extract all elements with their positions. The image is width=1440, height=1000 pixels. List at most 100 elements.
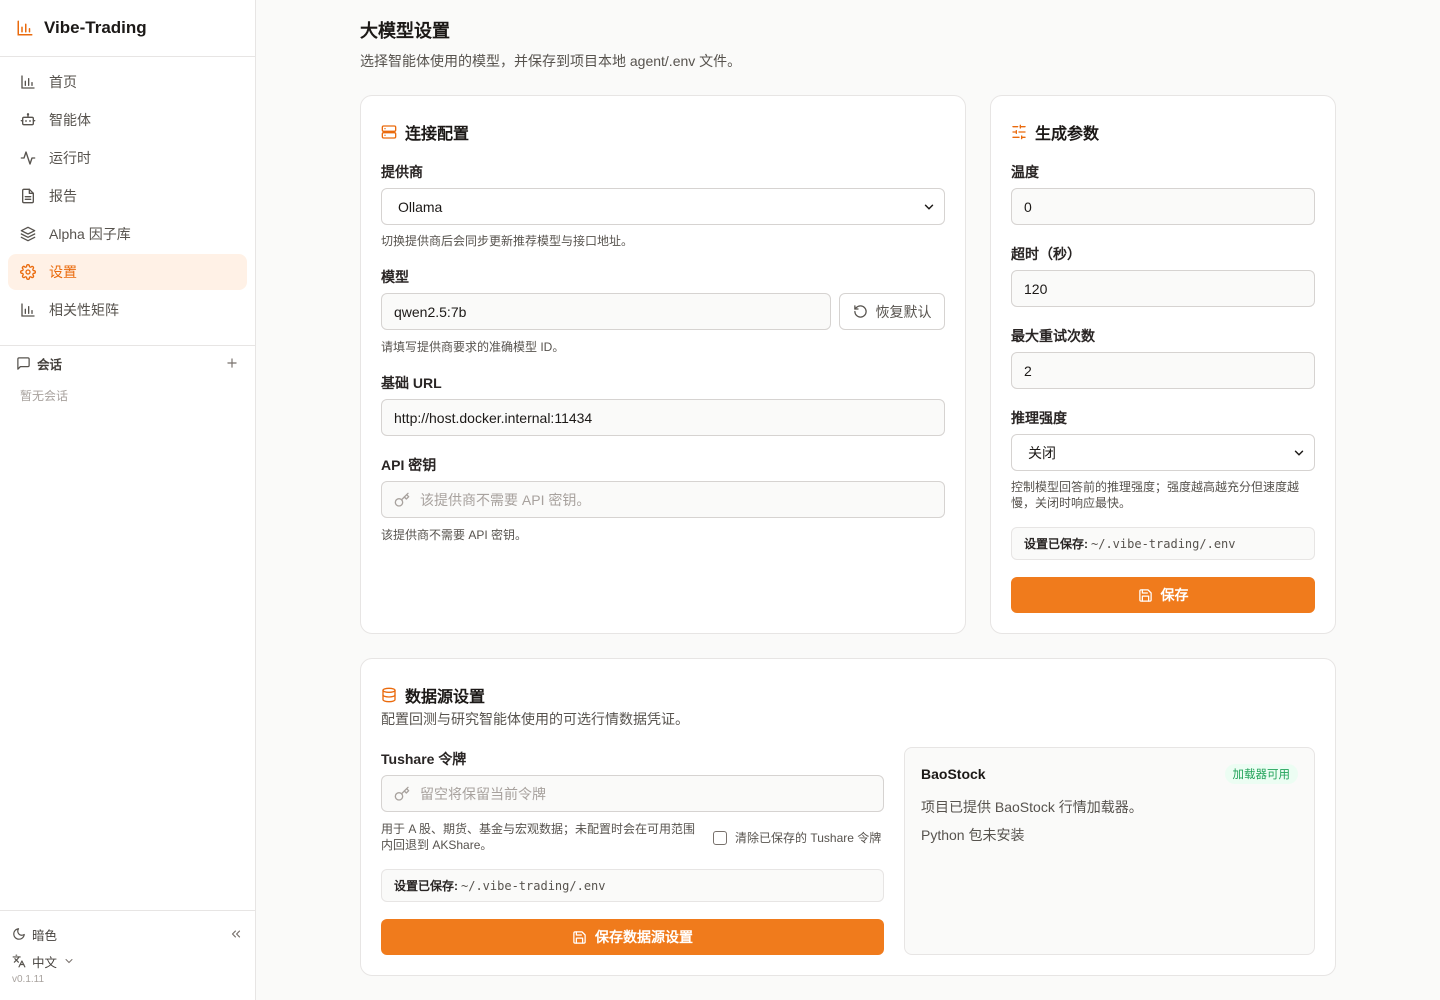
nav-item-settings[interactable]: 设置	[8, 254, 247, 290]
activity-icon	[20, 150, 36, 166]
api-key-input[interactable]: 该提供商不需要 API 密钥。	[381, 481, 945, 518]
file-text-icon	[20, 188, 36, 204]
temperature-input[interactable]: 0	[1011, 188, 1315, 225]
retries-input[interactable]: 2	[1011, 352, 1315, 389]
sessions-header: 会话	[0, 346, 255, 380]
nav-item-label: 相关性矩阵	[49, 302, 119, 318]
model-label: 模型	[381, 269, 409, 285]
datasource-card: 数据源设置 配置回测与研究智能体使用的可选行情数据凭证。 Tushare 令牌 …	[360, 658, 1336, 976]
baostock-name: BaoStock	[921, 766, 986, 782]
reasoning-label: 推理强度	[1011, 410, 1067, 426]
theme-label: 暗色	[32, 928, 58, 943]
base-url-label: 基础 URL	[381, 375, 442, 391]
tushare-token-input[interactable]: 留空将保留当前令牌	[381, 775, 884, 812]
bar-chart-icon	[20, 302, 36, 318]
tushare-hint: 用于 A 股、期货、基金与宏观数据；未配置时会在可用范围内回退到 AKShare…	[381, 822, 696, 852]
chevron-down-icon	[1292, 446, 1306, 460]
model-input[interactable]: qwen2.5:7b	[381, 293, 831, 330]
gear-icon	[20, 264, 36, 280]
plus-icon[interactable]	[225, 356, 239, 370]
card-title-text: 数据源设置	[405, 689, 486, 706]
collapse-sidebar-icon[interactable]	[229, 927, 243, 941]
provider-value: Ollama	[398, 198, 443, 215]
save-icon	[572, 930, 587, 945]
nav-item-alpha[interactable]: Alpha 因子库	[8, 216, 247, 252]
theme-toggle[interactable]: 暗色	[12, 925, 243, 943]
sessions-panel: 会话 暂无会话	[0, 345, 255, 404]
retries-label: 最大重试次数	[1011, 328, 1095, 344]
chevron-down-icon	[63, 955, 75, 967]
saved-status: 设置已保存: ~/.vibe-trading/.env	[1011, 527, 1315, 560]
nav-item-runtime[interactable]: 运行时	[8, 140, 247, 176]
status-badge: 加载器可用	[1224, 764, 1298, 784]
save-button-label: 保存	[1160, 587, 1189, 603]
brand[interactable]: Vibe-Trading	[0, 0, 255, 57]
timeout-input[interactable]: 120	[1011, 270, 1315, 307]
retries-value: 2	[1024, 362, 1032, 379]
temperature-value: 0	[1024, 198, 1032, 215]
version-text: v0.1.11	[12, 974, 45, 985]
sessions-empty-text: 暂无会话	[20, 389, 69, 403]
provider-hint: 切换提供商后会同步更新推荐模型与接口地址。	[381, 234, 634, 248]
page-title: 大模型设置	[360, 21, 450, 41]
datasource-card-title: 数据源设置	[381, 683, 485, 707]
saved-path: ~/.vibe-trading/.env	[1091, 536, 1236, 551]
bar-chart-icon	[20, 74, 36, 90]
baostock-panel: BaoStock 加载器可用 项目已提供 BaoStock 行情加载器。 Pyt…	[904, 747, 1315, 955]
generation-card: 生成参数 温度 0 超时（秒） 120 最大重试次数 2 推理强度 关闭 控制模…	[990, 95, 1336, 634]
layers-icon	[20, 226, 36, 242]
connection-card: 连接配置 提供商 Ollama 切换提供商后会同步更新推荐模型与接口地址。 模型…	[360, 95, 966, 634]
clear-token-checkbox[interactable]	[713, 830, 727, 845]
api-key-placeholder: 该提供商不需要 API 密钥。	[420, 491, 591, 508]
bot-icon	[20, 112, 36, 128]
languages-icon	[12, 954, 26, 968]
api-key-label: API 密钥	[381, 457, 437, 473]
moon-icon	[12, 927, 26, 941]
sliders-icon	[1011, 124, 1027, 140]
nav-item-correlation[interactable]: 相关性矩阵	[8, 292, 247, 328]
tushare-placeholder: 留空将保留当前令牌	[420, 785, 546, 802]
timeout-label: 超时（秒）	[1011, 246, 1081, 262]
save-datasource-button[interactable]: 保存数据源设置	[381, 919, 884, 955]
reasoning-value: 关闭	[1028, 444, 1056, 461]
base-url-input[interactable]: http://host.docker.internal:11434	[381, 399, 945, 436]
chevron-down-icon	[922, 200, 936, 214]
save-icon	[1138, 588, 1153, 603]
card-title-text: 连接配置	[405, 126, 470, 143]
reasoning-select[interactable]: 关闭	[1011, 434, 1315, 471]
reasoning-hint: 控制模型回答前的推理强度；强度越高越充分但速度越慢，关闭时响应最快。	[1011, 480, 1300, 510]
provider-select[interactable]: Ollama	[381, 188, 945, 225]
message-square-icon	[16, 356, 31, 371]
tushare-label: Tushare 令牌	[381, 751, 467, 767]
saved-label: 设置已保存:	[1024, 537, 1088, 551]
key-icon	[394, 786, 410, 802]
save-button[interactable]: 保存	[1011, 577, 1315, 613]
connection-card-title: 连接配置	[381, 120, 469, 144]
model-value: qwen2.5:7b	[394, 303, 467, 320]
datasource-subtitle: 配置回测与研究智能体使用的可选行情数据凭证。	[381, 711, 689, 727]
clear-token-label: 清除已保存的 Tushare 令牌	[735, 831, 882, 845]
bar-chart-icon	[16, 19, 34, 37]
nav-item-home[interactable]: 首页	[8, 64, 247, 100]
clear-token-option[interactable]: 清除已保存的 Tushare 令牌	[713, 829, 881, 846]
reset-default-button[interactable]: 恢复默认	[839, 293, 945, 330]
reset-button-label: 恢复默认	[875, 303, 932, 320]
server-icon	[381, 124, 397, 140]
language-select[interactable]: 中文	[12, 952, 243, 970]
baostock-status: Python 包未安装	[921, 827, 1025, 843]
nav-item-label: 运行时	[49, 150, 91, 166]
card-title-text: 生成参数	[1035, 126, 1100, 143]
datasource-saved-status: 设置已保存: ~/.vibe-trading/.env	[381, 869, 884, 902]
sidebar: Vibe-Trading 首页 智能体 运行时 报告 Alpha 因子库 设置	[0, 0, 256, 1000]
key-icon	[394, 492, 410, 508]
baostock-info: 项目已提供 BaoStock 行情加载器。	[921, 799, 1143, 815]
database-icon	[381, 687, 397, 703]
api-key-hint: 该提供商不需要 API 密钥。	[381, 528, 528, 542]
nav-item-agent[interactable]: 智能体	[8, 102, 247, 138]
nav-item-reports[interactable]: 报告	[8, 178, 247, 214]
nav-item-label: 首页	[49, 74, 77, 90]
saved-path: ~/.vibe-trading/.env	[461, 878, 606, 893]
nav-item-label: 报告	[49, 188, 77, 204]
page-subtitle: 选择智能体使用的模型，并保存到项目本地 agent/.env 文件。	[360, 53, 742, 69]
nav-item-label: 智能体	[49, 112, 91, 128]
